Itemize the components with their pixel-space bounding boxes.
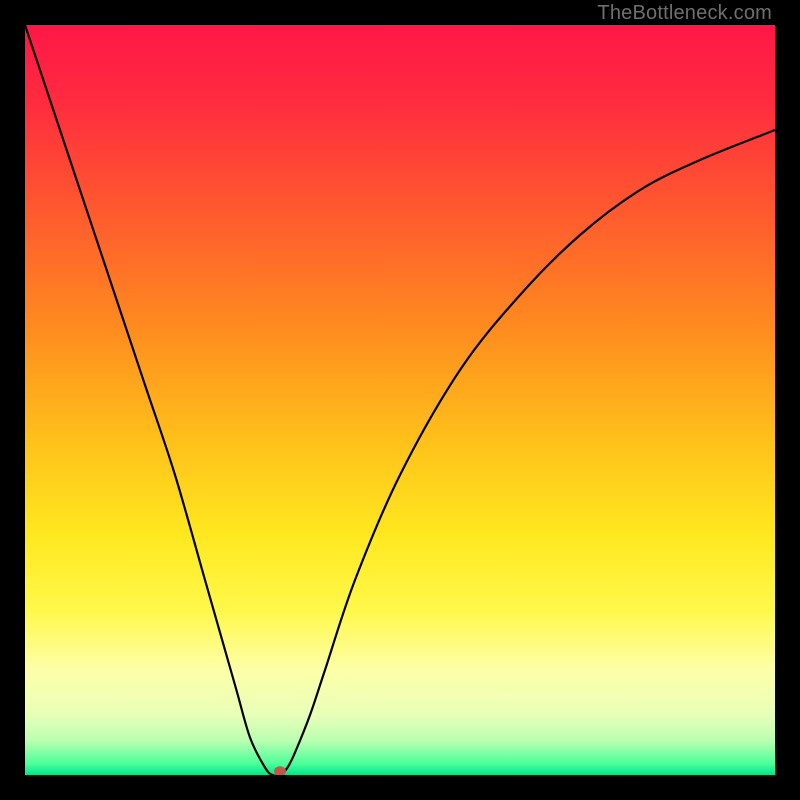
- chart-frame: [25, 25, 775, 775]
- bottleneck-chart: [25, 25, 775, 775]
- chart-background: [25, 25, 775, 775]
- watermark-text: TheBottleneck.com: [597, 2, 772, 25]
